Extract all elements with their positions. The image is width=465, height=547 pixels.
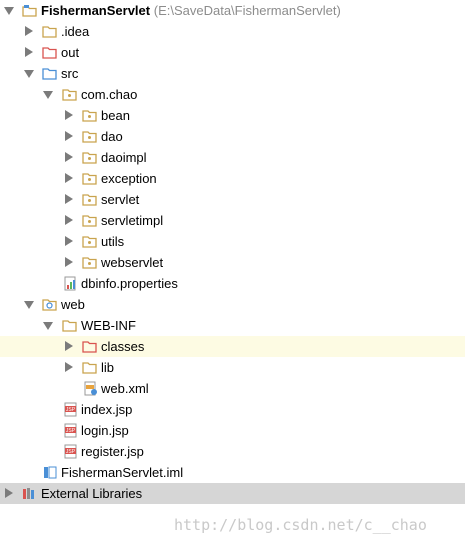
external-libraries-label: External Libraries [41, 486, 143, 501]
jsp-file-icon: JSP [63, 402, 78, 417]
tree-row-dbinfo[interactable]: dbinfo.properties [0, 273, 465, 294]
tree-row-jsp[interactable]: JSP register.jsp [0, 441, 465, 462]
package-icon [82, 213, 97, 228]
tree-row-package[interactable]: com.chao [0, 84, 465, 105]
properties-file-icon [63, 276, 78, 291]
svg-text:JSP: JSP [66, 449, 76, 455]
expand-arrow-icon[interactable] [65, 341, 73, 351]
root-project-name: FishermanServlet [41, 3, 151, 18]
tree-row-package-item[interactable]: servlet [0, 189, 465, 210]
excluded-folder-icon [42, 45, 57, 60]
tree-row-package-item[interactable]: exception [0, 168, 465, 189]
tree-row-package-item[interactable]: servletimpl [0, 210, 465, 231]
folder-icon [62, 318, 77, 333]
package-icon [82, 108, 97, 123]
folder-label-lib: lib [101, 360, 115, 375]
package-item-label: webservlet [101, 255, 164, 270]
tree-row-jsp[interactable]: JSP index.jsp [0, 399, 465, 420]
package-item-label: servlet [101, 192, 140, 207]
tree-row-external-libraries[interactable]: External Libraries [0, 483, 465, 504]
expand-arrow-icon[interactable] [25, 26, 33, 36]
package-icon [82, 171, 97, 186]
folder-label-idea: .idea [61, 24, 90, 39]
expand-arrow-icon[interactable] [65, 362, 73, 372]
folder-label-out: out [61, 45, 80, 60]
file-label-jsp: register.jsp [81, 444, 144, 459]
root-project-path: (E:\SaveData\FishermanServlet) [153, 3, 341, 18]
iml-file-icon [43, 465, 58, 480]
expand-arrow-icon[interactable] [65, 131, 73, 141]
file-label-webxml: web.xml [101, 381, 149, 396]
expand-arrow-icon[interactable] [65, 215, 73, 225]
file-label-dbinfo: dbinfo.properties [81, 276, 178, 291]
package-icon [82, 129, 97, 144]
tree-row-jsp[interactable]: JSP login.jsp [0, 420, 465, 441]
expand-arrow-icon[interactable] [65, 257, 73, 267]
package-icon [82, 150, 97, 165]
tree-row-src[interactable]: src [0, 63, 465, 84]
folder-label-src: src [61, 66, 79, 81]
package-icon [82, 192, 97, 207]
folder-label-web: web [61, 297, 85, 312]
folder-label-classes: classes [101, 339, 145, 354]
package-item-label: dao [101, 129, 123, 144]
package-icon [82, 234, 97, 249]
svg-text:JSP: JSP [66, 428, 76, 434]
expand-arrow-icon[interactable] [65, 110, 73, 120]
folder-icon [42, 24, 57, 39]
collapse-arrow-icon[interactable] [24, 301, 34, 309]
collapse-arrow-icon[interactable] [43, 322, 53, 330]
tree-row-package-item[interactable]: webservlet [0, 252, 465, 273]
watermark: http://blog.csdn.net/c__chao [174, 516, 427, 534]
jsp-file-icon: JSP [63, 444, 78, 459]
package-item-label: daoimpl [101, 150, 147, 165]
package-icon [82, 255, 97, 270]
source-folder-icon [42, 66, 57, 81]
package-item-label: utils [101, 234, 125, 249]
jsp-file-icon: JSP [63, 423, 78, 438]
package-label: com.chao [81, 87, 138, 102]
file-label-iml: FishermanServlet.iml [61, 465, 184, 480]
module-folder-icon [22, 3, 37, 18]
tree-row-lib[interactable]: lib [0, 357, 465, 378]
svg-text:JSP: JSP [66, 407, 76, 413]
expand-arrow-icon[interactable] [65, 173, 73, 183]
expand-arrow-icon[interactable] [5, 488, 13, 498]
package-item-label: bean [101, 108, 130, 123]
tree-row-out[interactable]: out [0, 42, 465, 63]
package-item-label: servletimpl [101, 213, 164, 228]
collapse-arrow-icon[interactable] [24, 70, 34, 78]
file-label-jsp: index.jsp [81, 402, 133, 417]
web-folder-icon [42, 297, 57, 312]
xml-file-icon [83, 381, 98, 396]
tree-row-idea[interactable]: .idea [0, 21, 465, 42]
folder-label-webinf: WEB-INF [81, 318, 136, 333]
tree-row-package-item[interactable]: utils [0, 231, 465, 252]
libraries-icon [22, 486, 37, 501]
tree-row-root[interactable]: FishermanServlet (E:\SaveData\FishermanS… [0, 0, 465, 21]
tree-row-webinf[interactable]: WEB-INF [0, 315, 465, 336]
tree-row-web[interactable]: web [0, 294, 465, 315]
expand-arrow-icon[interactable] [65, 194, 73, 204]
expand-arrow-icon[interactable] [65, 236, 73, 246]
folder-icon [82, 360, 97, 375]
collapse-arrow-icon[interactable] [43, 91, 53, 99]
tree-row-webxml[interactable]: web.xml [0, 378, 465, 399]
file-label-jsp: login.jsp [81, 423, 129, 438]
tree-row-classes[interactable]: classes [0, 336, 465, 357]
excluded-folder-icon [82, 339, 97, 354]
package-icon [62, 87, 77, 102]
expand-arrow-icon[interactable] [25, 47, 33, 57]
expand-arrow-icon[interactable] [65, 152, 73, 162]
tree-row-package-item[interactable]: bean [0, 105, 465, 126]
package-item-label: exception [101, 171, 157, 186]
collapse-arrow-icon[interactable] [4, 7, 14, 15]
tree-row-iml[interactable]: FishermanServlet.iml [0, 462, 465, 483]
tree-row-package-item[interactable]: daoimpl [0, 147, 465, 168]
tree-row-package-item[interactable]: dao [0, 126, 465, 147]
